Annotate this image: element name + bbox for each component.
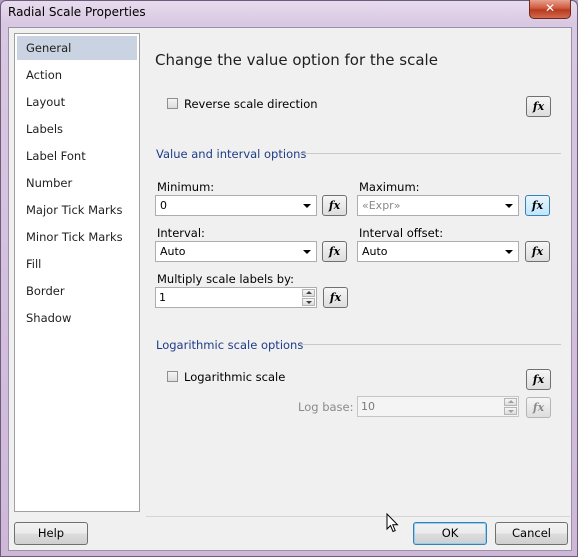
increment-arrow-icon[interactable]: [302, 289, 315, 297]
nav-item-border[interactable]: Border: [17, 279, 137, 303]
minimum-combobox[interactable]: 0: [155, 195, 317, 216]
interval-offset-fx-button[interactable]: fx: [525, 241, 550, 262]
page-title: Change the value option for the scale: [155, 51, 438, 69]
minimum-value: 0: [160, 199, 167, 212]
value-section-divider: [299, 153, 561, 154]
multiply-fx-button[interactable]: fx: [323, 287, 348, 308]
nav-item-number[interactable]: Number: [17, 171, 137, 195]
general-settings-panel: Change the value option for the scale Re…: [146, 28, 571, 516]
interval-label: Interval:: [157, 226, 205, 240]
page-navigation-list: General Action Layout Labels Label Font …: [14, 33, 140, 512]
mouse-pointer-icon: [386, 513, 399, 533]
nav-item-layout[interactable]: Layout: [17, 90, 137, 114]
chevron-down-icon[interactable]: [505, 204, 513, 208]
function-icon: fx: [531, 199, 544, 212]
logarithmic-scale-label: Logarithmic scale: [184, 370, 286, 384]
multiply-value: 1: [159, 291, 166, 304]
log-base-spin-buttons: [504, 398, 517, 415]
log-section-title: Logarithmic scale options: [156, 338, 304, 352]
maximum-fx-button[interactable]: fx: [525, 195, 550, 216]
function-icon: fx: [531, 245, 544, 258]
help-button[interactable]: Help: [14, 522, 88, 545]
ok-button[interactable]: OK: [413, 522, 487, 545]
nav-item-minor-tick-marks[interactable]: Minor Tick Marks: [17, 225, 137, 249]
interval-offset-combobox[interactable]: Auto: [357, 241, 519, 262]
interval-combobox[interactable]: Auto: [155, 241, 317, 262]
nav-item-action[interactable]: Action: [17, 63, 137, 87]
maximum-combobox[interactable]: «Expr»: [357, 195, 519, 216]
nav-item-major-tick-marks[interactable]: Major Tick Marks: [17, 198, 137, 222]
log-base-fx-button[interactable]: fx: [526, 397, 551, 418]
interval-fx-button[interactable]: fx: [322, 241, 347, 262]
close-icon: ✕: [544, 1, 556, 15]
nav-item-fill[interactable]: Fill: [17, 252, 137, 276]
maximum-label: Maximum:: [359, 180, 420, 194]
function-icon: fx: [329, 291, 342, 304]
reverse-scale-fx-button[interactable]: fx: [526, 96, 551, 117]
dialog-window: Radial Scale Properties ✕ General Action…: [0, 0, 578, 557]
log-section-divider: [300, 344, 561, 345]
value-section-title: Value and interval options: [156, 147, 307, 161]
interval-offset-value: Auto: [362, 245, 388, 258]
decrement-arrow-icon[interactable]: [302, 298, 315, 306]
function-icon: fx: [532, 401, 545, 414]
multiply-label: Multiply scale labels by:: [157, 272, 294, 286]
log-base-stepper[interactable]: 10: [357, 396, 519, 417]
minimum-fx-button[interactable]: fx: [322, 195, 347, 216]
window-title: Radial Scale Properties: [8, 5, 146, 19]
dialog-client-area: General Action Layout Labels Label Font …: [8, 27, 572, 551]
interval-offset-label: Interval offset:: [359, 226, 444, 240]
nav-item-general[interactable]: General: [17, 36, 137, 60]
function-icon: fx: [532, 373, 545, 386]
minimum-label: Minimum:: [157, 180, 215, 194]
cancel-button[interactable]: Cancel: [495, 522, 568, 545]
close-button[interactable]: ✕: [529, 0, 571, 19]
title-bar[interactable]: Radial Scale Properties ✕: [1, 0, 577, 25]
logarithmic-scale-checkbox[interactable]: [167, 371, 178, 382]
log-base-value: 10: [361, 400, 375, 413]
chevron-down-icon[interactable]: [303, 204, 311, 208]
multiply-spin-buttons: [302, 289, 315, 306]
increment-arrow-icon[interactable]: [504, 398, 517, 406]
interval-value: Auto: [160, 245, 186, 258]
nav-item-labels[interactable]: Labels: [17, 117, 137, 141]
multiply-stepper[interactable]: 1: [155, 287, 317, 308]
log-base-label: Log base:: [298, 400, 354, 414]
nav-item-shadow[interactable]: Shadow: [17, 306, 137, 330]
logarithmic-fx-button[interactable]: fx: [526, 369, 551, 390]
decrement-arrow-icon[interactable]: [504, 407, 517, 415]
chevron-down-icon[interactable]: [303, 250, 311, 254]
reverse-scale-checkbox[interactable]: [167, 98, 178, 109]
maximum-value: «Expr»: [362, 199, 401, 212]
function-icon: fx: [532, 100, 545, 113]
nav-item-label-font[interactable]: Label Font: [17, 144, 137, 168]
reverse-scale-label: Reverse scale direction: [184, 97, 318, 111]
chevron-down-icon[interactable]: [505, 250, 513, 254]
footer-divider: [146, 516, 570, 517]
function-icon: fx: [328, 245, 341, 258]
function-icon: fx: [328, 199, 341, 212]
